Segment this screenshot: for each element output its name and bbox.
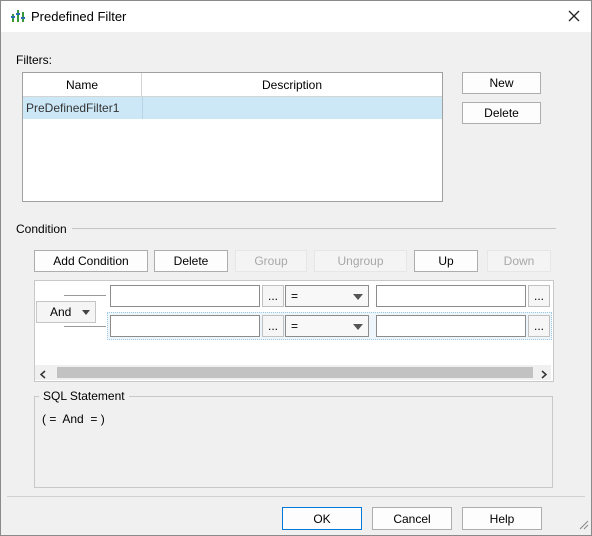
left-operand-browse-button[interactable]: ...: [262, 315, 284, 337]
cancel-button[interactable]: Cancel: [372, 507, 452, 530]
logic-operator-value: And: [50, 305, 72, 319]
chevron-down-icon: [353, 294, 363, 300]
condition-row: ... = ...: [107, 283, 552, 309]
scroll-left-icon[interactable]: [39, 368, 47, 382]
close-icon[interactable]: [563, 5, 585, 27]
resize-grip-icon[interactable]: [579, 519, 589, 533]
operator-select[interactable]: =: [285, 285, 369, 307]
filter-description-cell[interactable]: [145, 97, 440, 119]
scrollbar-thumb[interactable]: [57, 367, 533, 378]
new-filter-button[interactable]: New: [462, 72, 541, 94]
condition-row[interactable]: ... = ...: [107, 312, 552, 340]
filter-name-cell[interactable]: PreDefinedFilter1: [26, 97, 141, 119]
right-operand-browse-button[interactable]: ...: [528, 315, 550, 337]
up-button[interactable]: Up: [414, 250, 478, 272]
sql-statement-group: [34, 396, 553, 488]
group-button[interactable]: Group: [235, 250, 307, 272]
delete-condition-button[interactable]: Delete: [154, 250, 228, 272]
right-operand-input[interactable]: [376, 315, 526, 337]
logic-operator-dropdown[interactable]: And: [36, 301, 96, 323]
ok-button[interactable]: OK: [282, 507, 362, 530]
condition-divider: [72, 228, 556, 229]
filters-label: Filters:: [16, 53, 52, 67]
chevron-down-icon: [353, 324, 363, 330]
help-button[interactable]: Help: [462, 507, 542, 530]
footer-divider: [7, 496, 585, 497]
left-operand-browse-button[interactable]: ...: [262, 285, 284, 307]
filter-app-icon: [11, 9, 25, 23]
left-operand-input[interactable]: [110, 315, 260, 337]
add-condition-button[interactable]: Add Condition: [34, 250, 148, 272]
sql-statement-text: ( = And = ): [42, 412, 105, 426]
chevron-down-icon: [82, 310, 90, 315]
cell-divider: [142, 97, 143, 119]
column-header-description[interactable]: Description: [142, 73, 442, 97]
column-header-name[interactable]: Name: [23, 73, 142, 97]
dialog-title: Predefined Filter: [31, 9, 127, 24]
condition-label: Condition: [16, 222, 67, 236]
horizontal-scrollbar[interactable]: [35, 365, 551, 380]
filters-table: Name Description PreDefinedFilter1: [22, 72, 443, 202]
operator-value: =: [291, 319, 299, 333]
right-operand-browse-button[interactable]: ...: [528, 285, 550, 307]
left-operand-input[interactable]: [110, 285, 260, 307]
scroll-right-icon[interactable]: [540, 368, 548, 382]
operator-value: =: [291, 289, 299, 303]
down-button[interactable]: Down: [487, 250, 551, 272]
sql-statement-label: SQL Statement: [39, 389, 129, 403]
right-operand-input[interactable]: [376, 285, 526, 307]
ungroup-button[interactable]: Ungroup: [314, 250, 407, 272]
connector-line: [64, 295, 106, 296]
title-bar: Predefined Filter: [1, 1, 591, 32]
predefined-filter-dialog: Predefined Filter Filters: Name Descript…: [0, 0, 592, 536]
connector-line: [64, 326, 106, 327]
operator-select[interactable]: =: [285, 315, 369, 337]
delete-filter-button[interactable]: Delete: [462, 102, 541, 124]
